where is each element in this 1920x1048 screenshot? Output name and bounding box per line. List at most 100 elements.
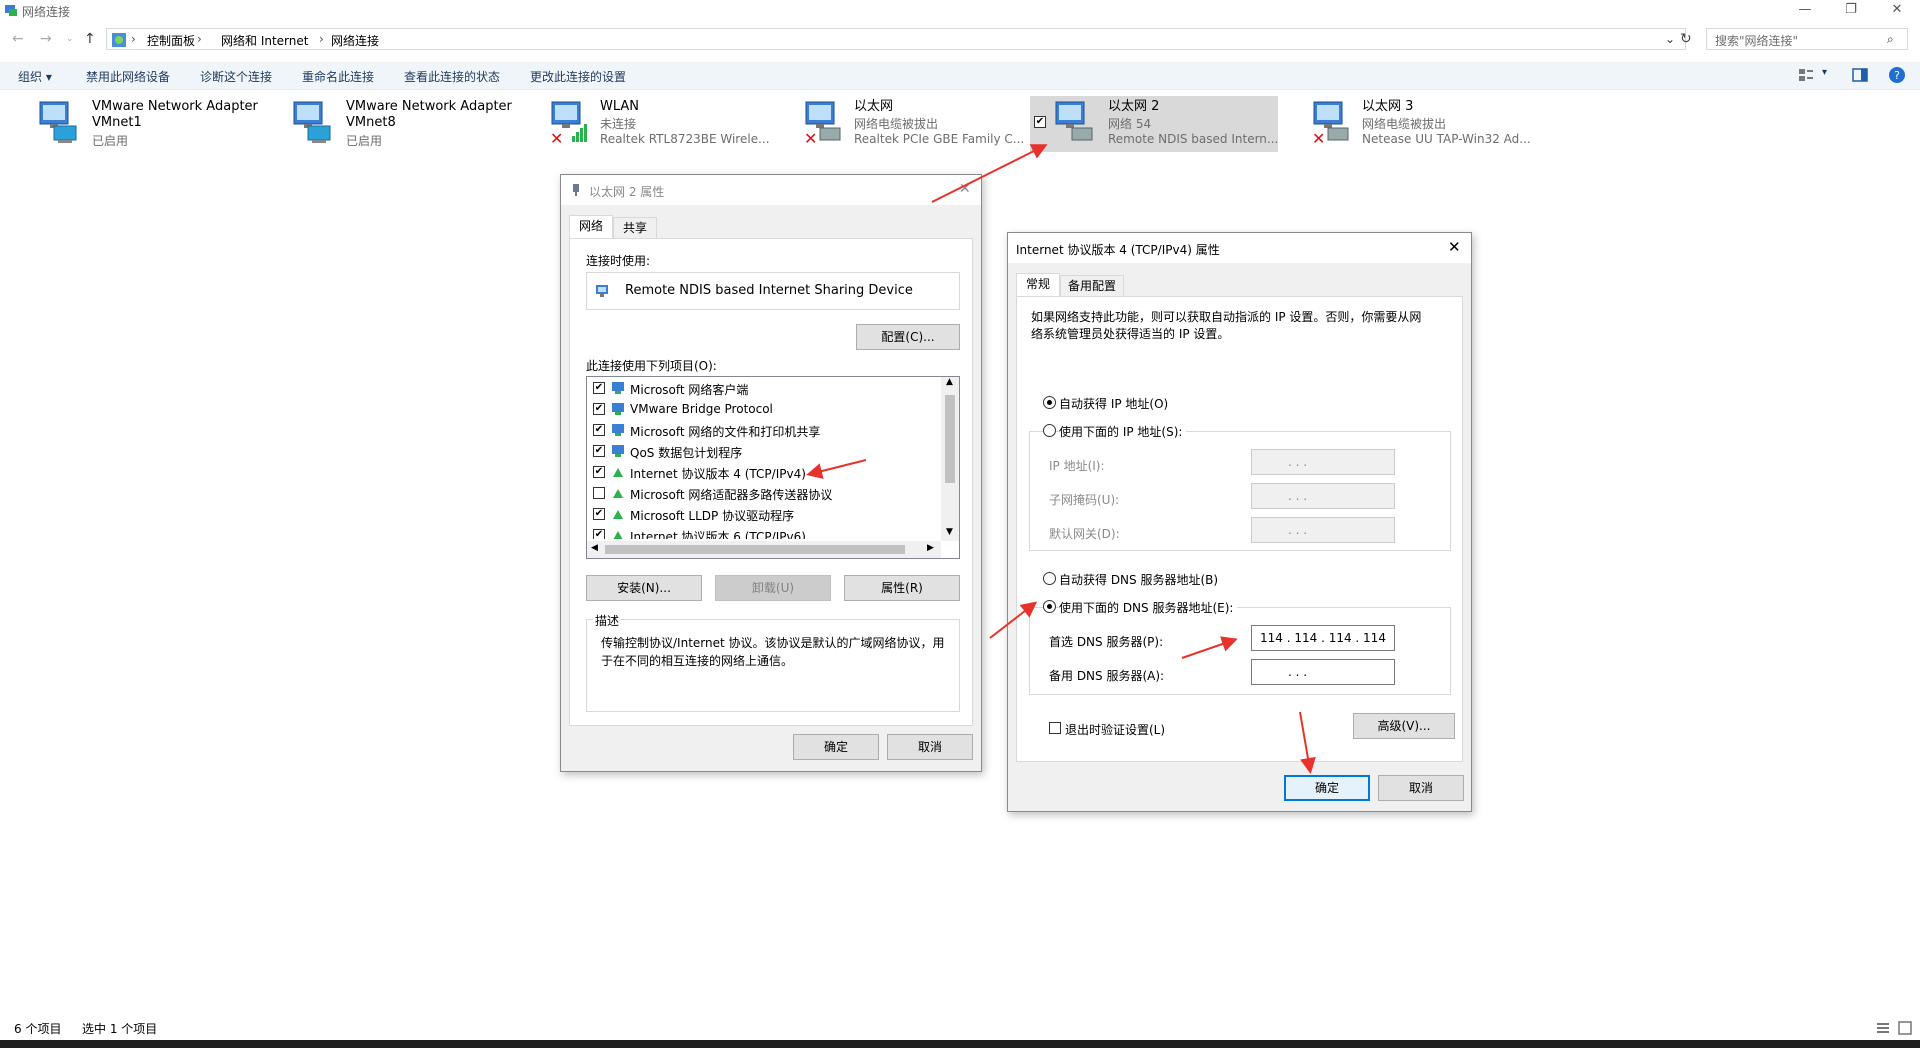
adapter-select-checkbox[interactable]: ✔ <box>1034 116 1046 128</box>
adapter-ethernet-3[interactable]: ✕ 以太网 3 网络电缆被拔出 Netease UU TAP-Win32 Ad.… <box>1292 96 1540 152</box>
manual-dns-radio[interactable] <box>1043 600 1056 613</box>
list-item[interactable]: ✔ Microsoft LLDP 协议驱动程序 <box>593 506 933 523</box>
item-checkbox[interactable] <box>593 487 605 499</box>
tab-network[interactable]: 网络 <box>569 215 613 239</box>
ok-button[interactable]: 确定 <box>1284 775 1370 801</box>
hscroll-thumb[interactable] <box>605 545 905 554</box>
forward-icon[interactable]: → <box>40 31 52 47</box>
horizontal-scrollbar[interactable]: ◀ ▶ <box>587 541 941 558</box>
breadcrumb-network-internet[interactable]: 网络和 Internet <box>221 32 308 49</box>
address-dropdown-icon[interactable]: ⌄ <box>1665 32 1675 46</box>
network-connections-icon <box>5 5 17 16</box>
close-icon[interactable]: ✕ <box>959 181 971 197</box>
alternate-dns-label: 备用 DNS 服务器(A): <box>1049 669 1165 683</box>
restore-button[interactable]: ❐ <box>1828 0 1874 22</box>
breadcrumb-control-panel[interactable]: 控制面板 <box>147 32 195 49</box>
item-checkbox[interactable]: ✔ <box>593 445 605 457</box>
auto-ip-radio[interactable] <box>1043 396 1056 409</box>
view-status-button[interactable]: 查看此连接的状态 <box>404 68 500 85</box>
diagnose-button[interactable]: 诊断这个连接 <box>200 68 272 85</box>
item-checkbox[interactable]: ✔ <box>593 382 605 394</box>
list-item[interactable]: ✔ Internet 协议版本 6 (TCP/IPv6) <box>593 527 933 539</box>
adapter-device: 已启用 <box>92 134 129 148</box>
protocol-icon <box>613 510 623 519</box>
details-view-icon[interactable] <box>1876 1021 1890 1035</box>
item-checkbox[interactable]: ✔ <box>593 424 605 436</box>
scroll-thumb[interactable] <box>945 395 955 483</box>
change-view-icon[interactable] <box>1798 68 1814 82</box>
alternate-dns-field[interactable]: . . . <box>1251 659 1395 685</box>
refresh-icon[interactable]: ↻ <box>1680 31 1692 47</box>
list-item[interactable]: Microsoft 网络适配器多路传送器协议 <box>593 485 933 502</box>
components-list[interactable]: ✔ Microsoft 网络客户端 ✔ VMware Bridge Protocol… <box>586 376 960 559</box>
tab-sharing[interactable]: 共享 <box>613 217 657 239</box>
scroll-down-icon[interactable]: ▼ <box>946 527 953 537</box>
auto-dns-radio[interactable] <box>1043 572 1056 585</box>
list-item[interactable]: ✔ Microsoft 网络客户端 <box>593 380 933 397</box>
up-icon[interactable]: ↑ <box>84 31 96 47</box>
organize-menu[interactable]: 组织 ▾ <box>18 68 52 85</box>
tab-alternate-config[interactable]: 备用配置 <box>1060 275 1124 297</box>
configure-button[interactable]: 配置(C)... <box>856 324 960 350</box>
vertical-scrollbar[interactable]: ▲ ▼ <box>941 377 959 541</box>
address-bar[interactable]: › 控制面板 › 网络和 Internet › 网络连接 ⌄ <box>106 28 1686 50</box>
validate-checkbox[interactable] <box>1049 722 1061 734</box>
advanced-button[interactable]: 高级(V)... <box>1353 713 1455 739</box>
help-icon[interactable]: ? <box>1888 66 1906 84</box>
list-item[interactable]: ✔ QoS 数据包计划程序 <box>593 443 933 460</box>
service-icon <box>612 445 624 457</box>
scroll-up-icon[interactable]: ▲ <box>946 377 953 387</box>
ok-button[interactable]: 确定 <box>793 734 879 760</box>
protocol-icon <box>612 403 624 415</box>
install-button[interactable]: 安装(N)... <box>586 575 702 601</box>
item-checkbox[interactable]: ✔ <box>593 508 605 520</box>
cancel-button[interactable]: 取消 <box>1378 775 1464 801</box>
network-adapter-icon <box>293 101 331 143</box>
preview-pane-icon[interactable] <box>1852 68 1868 82</box>
breadcrumb-network-connections[interactable]: 网络连接 <box>331 32 379 49</box>
view-dropdown-icon[interactable]: ▾ <box>1822 67 1827 78</box>
adapter-vmnet8[interactable]: VMware Network Adapter VMnet8 已启用 <box>276 96 524 152</box>
network-adapter-icon <box>39 101 77 143</box>
disable-device-button[interactable]: 禁用此网络设备 <box>86 68 170 85</box>
ip-address-field[interactable]: . . . <box>1251 449 1395 475</box>
uninstall-button[interactable]: 卸载(U) <box>715 575 831 601</box>
change-settings-button[interactable]: 更改此连接的设置 <box>530 68 626 85</box>
gateway-label: 默认网关(D): <box>1049 527 1120 541</box>
close-icon[interactable]: ✕ <box>1448 238 1461 256</box>
rename-button[interactable]: 重命名此连接 <box>302 68 374 85</box>
close-window-button[interactable]: ✕ <box>1874 0 1920 22</box>
recent-chevron-icon[interactable]: ⌄ <box>66 34 74 44</box>
search-input[interactable]: 搜索"网络连接" ⌕ <box>1706 28 1908 50</box>
tab-general[interactable]: 常规 <box>1016 273 1060 297</box>
back-icon[interactable]: ← <box>12 31 24 47</box>
properties-button[interactable]: 属性(R) <box>844 575 960 601</box>
subnet-mask-label: 子网掩码(U): <box>1049 493 1120 507</box>
scroll-left-icon[interactable]: ◀ <box>591 543 598 553</box>
adapter-ethernet-2[interactable]: ✔ 以太网 2 网络 54 Remote NDIS based Intern..… <box>1030 96 1278 152</box>
minimize-button[interactable]: — <box>1782 0 1828 22</box>
large-icons-view-icon[interactable] <box>1898 1021 1912 1035</box>
adapter-status: 未连接 <box>600 117 637 131</box>
preferred-dns-field[interactable]: 114 . 114 . 114 . 114 <box>1251 625 1395 651</box>
address-row: ← → ⌄ ↑ › 控制面板 › 网络和 Internet › 网络连接 ⌄ ↻… <box>0 28 1920 50</box>
adapter-ethernet[interactable]: ✕ 以太网 网络电缆被拔出 Realtek PCIe GBE Family C.… <box>784 96 1032 152</box>
list-item[interactable]: ✔ Microsoft 网络的文件和打印机共享 <box>593 422 933 439</box>
item-checkbox[interactable]: ✔ <box>593 403 605 415</box>
scroll-right-icon[interactable]: ▶ <box>927 543 934 553</box>
manual-ip-radio[interactable] <box>1043 424 1056 437</box>
ethernet-properties-dialog: 以太网 2 属性 ✕ 网络 共享 连接时使用: Remote NDIS base… <box>560 174 982 772</box>
list-item[interactable]: ✔ Internet 协议版本 4 (TCP/IPv4) <box>593 464 933 481</box>
adapter-vmnet1[interactable]: VMware Network Adapter VMnet1 已启用 <box>22 96 270 152</box>
list-item[interactable]: ✔ VMware Bridge Protocol <box>593 401 933 418</box>
adapter-status: VMnet1 <box>92 115 142 130</box>
adapter-name: WLAN <box>600 99 640 114</box>
subnet-mask-field[interactable]: . . . <box>1251 483 1395 509</box>
cancel-button[interactable]: 取消 <box>887 734 973 760</box>
item-checkbox[interactable]: ✔ <box>593 466 605 478</box>
device-box: Remote NDIS based Internet Sharing Devic… <box>586 272 960 310</box>
gateway-field[interactable]: . . . <box>1251 517 1395 543</box>
adapter-wlan[interactable]: ✕ WLAN 未连接 Realtek RTL8723BE Wirele... <box>530 96 778 152</box>
item-checkbox[interactable]: ✔ <box>593 529 605 539</box>
network-adapter-icon: ✕ <box>1312 101 1349 146</box>
